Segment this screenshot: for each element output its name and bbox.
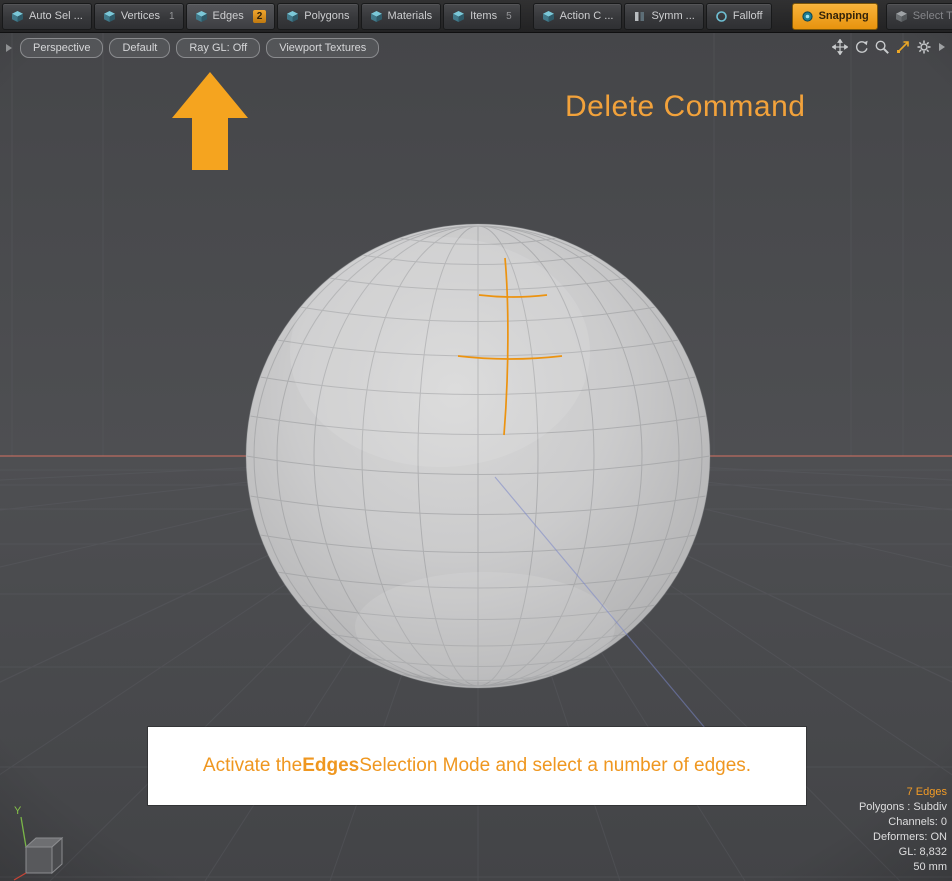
axis-gizmo: Y [10, 801, 82, 881]
perspective-button[interactable]: Perspective [20, 38, 103, 58]
viewport-3d[interactable]: Perspective Default Ray GL: Off Viewport… [0, 32, 952, 881]
tab-label: Auto Sel ... [29, 10, 83, 22]
cube-icon [370, 10, 383, 23]
caption-box: Activate the Edges Selection Mode and se… [148, 727, 806, 805]
tab-label: Snapping [819, 10, 869, 22]
viewport-nav-icons [832, 39, 947, 55]
tab-snapping[interactable]: Snapping [792, 3, 878, 30]
ray-gl-button[interactable]: Ray GL: Off [176, 38, 260, 58]
tab-label: Symm ... [651, 10, 694, 22]
falloff-icon [715, 10, 728, 23]
tab-label: Materials [388, 10, 433, 22]
caption-text: Selection Mode and select a number of ed… [359, 755, 751, 777]
status-line-grid-size: 50 mm [859, 860, 947, 875]
zoom-icon[interactable] [874, 39, 890, 55]
caption-text-bold: Edges [302, 755, 359, 777]
tab-falloff[interactable]: Falloff [706, 3, 772, 30]
button-label: Default [122, 42, 157, 54]
viewport-options-arrow-icon[interactable] [937, 40, 947, 54]
tab-shortcut-number: 2 [253, 10, 267, 23]
tab-select-through[interactable]: Select T ... [886, 3, 952, 30]
viewport-toolbar: Perspective Default Ray GL: Off Viewport… [4, 38, 379, 58]
tab-shortcut-number: 1 [169, 11, 175, 22]
button-label: Perspective [33, 42, 90, 54]
status-line-polygons: Polygons : Subdiv [859, 800, 947, 815]
maximize-viewport-icon[interactable] [895, 39, 911, 55]
caption-text: Activate the [203, 755, 302, 777]
arrow-annotation [170, 68, 250, 172]
annotation-title: Delete Command [565, 90, 805, 124]
status-line-deformers: Deformers: ON [859, 830, 947, 845]
workplane-cube [26, 838, 62, 873]
tab-label: Items [470, 10, 497, 22]
tab-label: Action C ... [560, 10, 614, 22]
button-label: Viewport Textures [279, 42, 366, 54]
tab-items[interactable]: Items 5 [443, 3, 520, 30]
selection-mode-tabbar: Auto Sel ... Vertices 1 Edges 2 Polygons… [0, 0, 952, 33]
viewport-settings-gear-icon[interactable] [916, 39, 932, 55]
tab-label: Edges [213, 10, 244, 22]
viewport-textures-button[interactable]: Viewport Textures [266, 38, 379, 58]
app-window: Auto Sel ... Vertices 1 Edges 2 Polygons… [0, 0, 952, 881]
cube-gray-icon [895, 10, 908, 23]
tab-vertices[interactable]: Vertices 1 [94, 3, 184, 30]
rotate-view-icon[interactable] [853, 39, 869, 55]
cube-icon [542, 10, 555, 23]
shading-default-button[interactable]: Default [109, 38, 170, 58]
cube-icon [286, 10, 299, 23]
cube-icon [195, 10, 208, 23]
button-label: Ray GL: Off [189, 42, 247, 54]
cube-icon [452, 10, 465, 23]
snapping-icon [801, 10, 814, 23]
y-axis-arrow [21, 817, 26, 847]
tab-label: Vertices [121, 10, 160, 22]
tab-edges[interactable]: Edges 2 [186, 3, 276, 30]
status-readout: 7 Edges Polygons : Subdiv Channels: 0 De… [859, 785, 947, 875]
tab-label: Falloff [733, 10, 763, 22]
status-line-gl: GL: 8,832 [859, 845, 947, 860]
tab-action-center[interactable]: Action C ... [533, 3, 623, 30]
axis-y-label: Y [14, 805, 22, 817]
tab-label: Polygons [304, 10, 349, 22]
tab-symmetry[interactable]: Symm ... [624, 3, 703, 30]
status-line-channels: Channels: 0 [859, 815, 947, 830]
cube-icon [11, 10, 24, 23]
cube-icon [103, 10, 116, 23]
tab-auto-select[interactable]: Auto Sel ... [2, 3, 92, 30]
symmetry-icon [633, 10, 646, 23]
tab-shortcut-number: 5 [506, 11, 512, 22]
tab-polygons[interactable]: Polygons [277, 3, 358, 30]
selection-count: 7 Edges [859, 785, 947, 800]
pan-move-icon[interactable] [832, 39, 848, 55]
tab-label: Select T ... [913, 10, 952, 22]
x-axis-arrow [14, 873, 26, 880]
tab-materials[interactable]: Materials [361, 3, 442, 30]
viewport-menu-arrow-icon[interactable] [4, 42, 14, 54]
